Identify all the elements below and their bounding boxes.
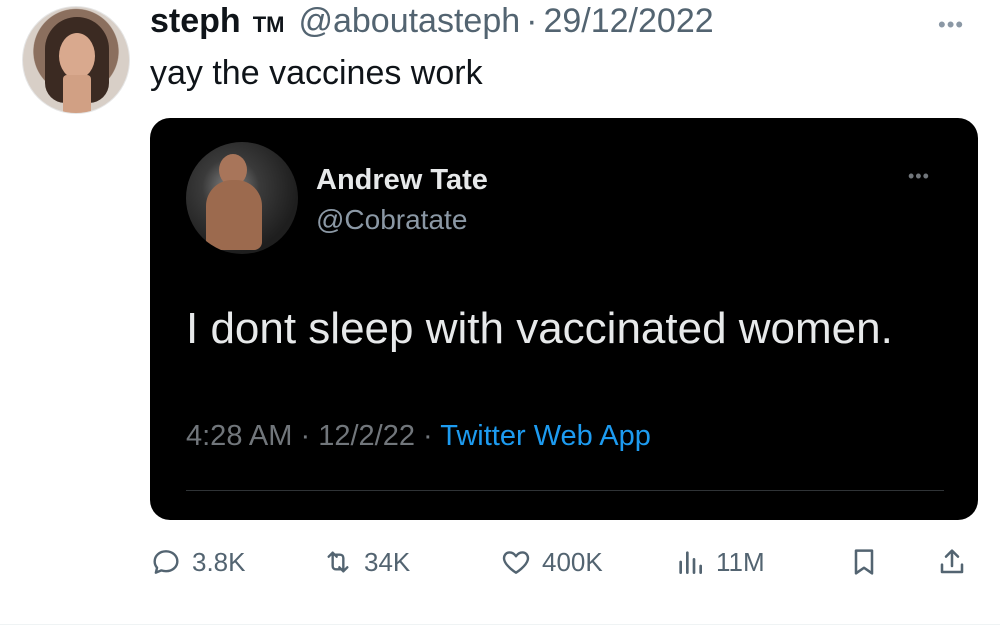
quoted-date: 12/2/22: [318, 420, 415, 452]
retweet-button[interactable]: 34K: [322, 540, 410, 584]
reply-count: 3.8K: [192, 546, 246, 577]
tweet-text: yay the vaccines work: [150, 54, 483, 92]
tweet: steph TM @aboutasteph · 29/12/2022 ••• y…: [0, 0, 1000, 633]
quoted-source: Twitter Web App: [440, 420, 651, 452]
share-icon: [940, 549, 964, 574]
more-dots-icon[interactable]: •••: [938, 14, 964, 36]
quoted-tweet-meta: 4:28 AM · 12/2/22 · Twitter Web App: [186, 420, 651, 453]
quoted-tweet-image[interactable]: Andrew Tate @Cobratate ••• I dont sleep …: [150, 118, 978, 520]
quoted-author-handle: @Cobratate: [316, 204, 468, 235]
quoted-divider: [186, 490, 944, 491]
views-button[interactable]: 11M: [674, 540, 765, 584]
quoted-more-dots-icon: •••: [908, 166, 930, 186]
action-bar: 3.8K 34K 400K 11M: [150, 540, 980, 584]
avatar-neck: [63, 75, 91, 113]
share-button[interactable]: [936, 540, 968, 584]
avatar-face: [59, 33, 95, 79]
views-count: 11M: [716, 546, 765, 577]
quoted-avatar-body: [206, 180, 262, 250]
views-icon: [679, 551, 702, 574]
like-button[interactable]: 400K: [500, 540, 603, 584]
tweet-divider: [0, 624, 1000, 625]
quoted-author-name: Andrew Tate: [316, 164, 488, 196]
header-separator: ·: [526, 2, 538, 40]
tweet-date[interactable]: 29/12/2022: [543, 2, 713, 41]
quoted-time: 4:28 AM: [186, 420, 293, 452]
retweet-count: 34K: [364, 546, 411, 577]
like-count: 400K: [542, 546, 603, 577]
quoted-meta-separator-1: ·: [300, 420, 311, 452]
quoted-author-avatar: [186, 142, 298, 254]
reply-button[interactable]: 3.8K: [150, 540, 246, 584]
retweet-icon: [327, 551, 349, 573]
quoted-meta-separator-2: ·: [423, 420, 433, 452]
author-badge: TM: [252, 12, 285, 37]
author-handle[interactable]: @aboutasteph: [298, 2, 520, 41]
reply-icon: [153, 550, 179, 574]
heart-icon: [502, 551, 530, 574]
tweet-header: steph TM @aboutasteph · 29/12/2022: [150, 2, 714, 41]
quoted-tweet-text: I dont sleep with vaccinated women.: [186, 304, 893, 353]
author-display-name[interactable]: steph: [150, 2, 241, 41]
bookmark-button[interactable]: [848, 540, 880, 584]
author-avatar[interactable]: [22, 6, 130, 114]
bookmark-icon: [854, 549, 874, 575]
